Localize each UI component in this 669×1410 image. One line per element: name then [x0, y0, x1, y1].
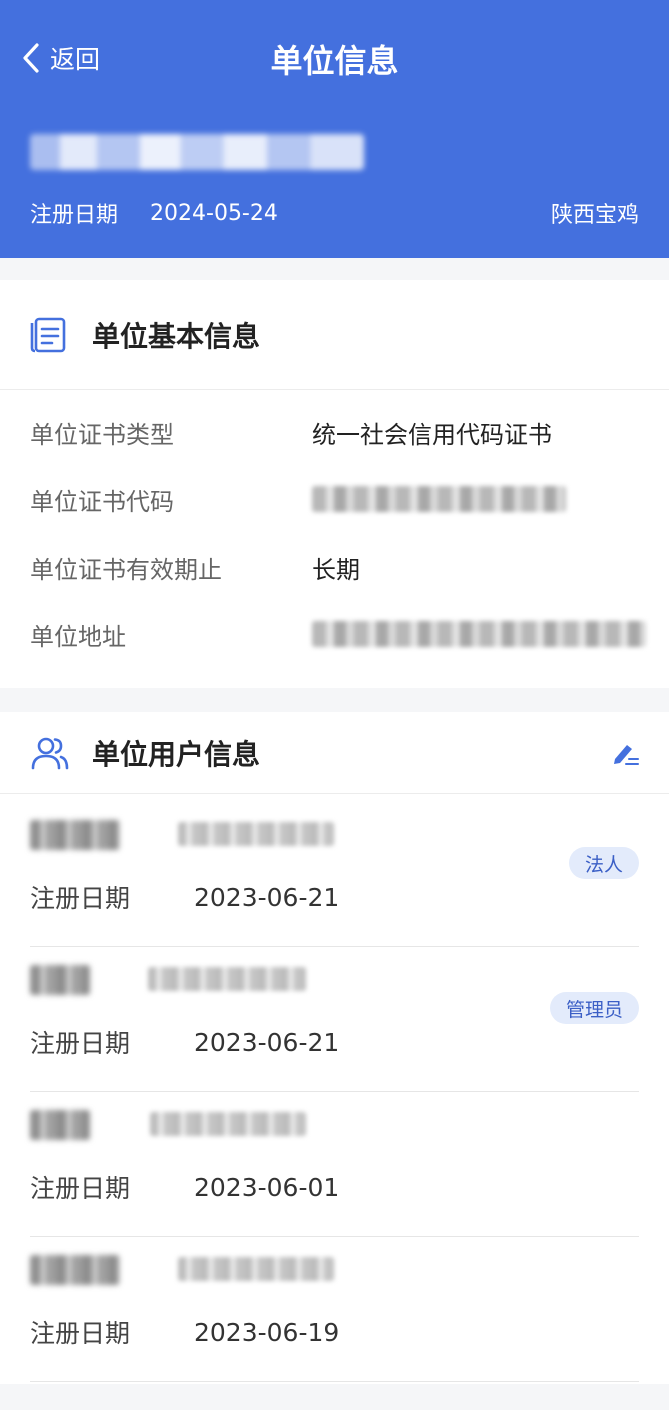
info-label: 单位证书类型: [30, 420, 174, 449]
role-badge: 管理员: [549, 992, 639, 1024]
user-list-item[interactable]: 注册日期 2023-06-01: [30, 1092, 639, 1237]
address-redacted: [312, 621, 646, 647]
basic-info-heading: 单位基本信息: [92, 319, 261, 353]
user-list-item[interactable]: 注册日期 2023-06-21 法人: [30, 802, 639, 947]
page-title: 单位信息: [270, 42, 399, 80]
region-label: 陕西宝鸡: [550, 203, 639, 228]
role-badge: 法人: [568, 847, 639, 879]
registration-date-label: 注册日期: [30, 203, 119, 228]
user-date-label: 注册日期: [30, 1029, 131, 1058]
users-info-card: 单位用户信息 注册日期 2023-06-21 法人 注册日期 2023-06-2…: [0, 712, 669, 1384]
user-name-redacted: [30, 965, 90, 995]
user-phone-redacted: [178, 822, 334, 846]
user-phone-redacted: [150, 1112, 306, 1136]
info-label: 单位证书代码: [30, 487, 174, 516]
company-name-redacted: [30, 134, 364, 170]
info-value: 长期: [312, 555, 360, 584]
info-label: 单位地址: [30, 622, 126, 651]
user-date-row: 注册日期 2023-06-21: [30, 1025, 339, 1059]
user-date-value: 2023-06-21: [194, 882, 340, 912]
user-name-redacted: [30, 1110, 90, 1140]
user-date-value: 2023-06-21: [194, 1027, 340, 1057]
user-name-redacted: [30, 1255, 120, 1285]
user-date-label: 注册日期: [30, 884, 131, 913]
user-phone-redacted: [178, 1257, 334, 1281]
user-date-row: 注册日期 2023-06-01: [30, 1170, 339, 1204]
registration-date-value: 2024-05-24: [150, 200, 278, 226]
user-name-redacted: [30, 820, 120, 850]
info-value: 统一社会信用代码证书: [312, 420, 552, 449]
user-phone-redacted: [148, 967, 306, 991]
document-icon: [30, 317, 66, 352]
user-list-item[interactable]: 注册日期 2023-06-19: [30, 1237, 639, 1382]
basic-info-header: 单位基本信息: [0, 280, 669, 390]
header-banner: 返回 单位信息 注册日期 2024-05-24 陕西宝鸡: [0, 0, 669, 258]
user-date-row: 注册日期 2023-06-19: [30, 1315, 339, 1349]
user-date-label: 注册日期: [30, 1174, 131, 1203]
info-label: 单位证书有效期止: [30, 555, 222, 584]
registration-row: 注册日期 2024-05-24 陕西宝鸡: [30, 196, 639, 230]
info-row-cert-code: 单位证书代码: [30, 479, 649, 519]
user-list-item[interactable]: 注册日期 2023-06-21 管理员: [30, 947, 639, 1092]
basic-info-card: 单位基本信息 单位证书类型 统一社会信用代码证书 单位证书代码 单位证书有效期止…: [0, 280, 669, 688]
users-icon: [31, 737, 69, 769]
user-date-value: 2023-06-19: [194, 1317, 340, 1347]
info-row-cert-expiry: 单位证书有效期止 长期: [30, 547, 649, 587]
users-info-header: 单位用户信息: [0, 712, 669, 794]
users-info-heading: 单位用户信息: [92, 737, 261, 771]
info-row-cert-type: 单位证书类型 统一社会信用代码证书: [30, 412, 649, 452]
cert-code-redacted: [312, 486, 566, 512]
edit-icon[interactable]: [611, 739, 639, 767]
user-date-value: 2023-06-01: [194, 1172, 340, 1202]
user-date-label: 注册日期: [30, 1319, 131, 1348]
user-date-row: 注册日期 2023-06-21: [30, 880, 339, 914]
info-row-address: 单位地址: [30, 614, 649, 654]
